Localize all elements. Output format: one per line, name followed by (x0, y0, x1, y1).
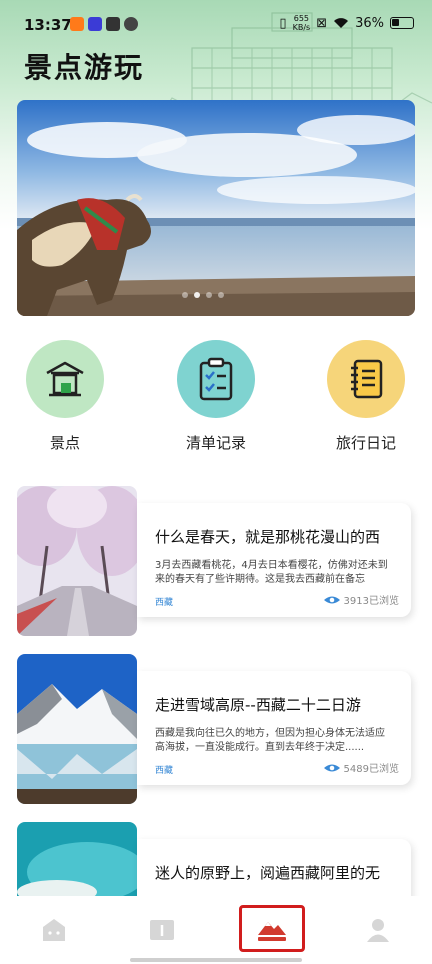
status-time: 13:37 (24, 16, 72, 34)
article-title: 走进雪域高原--西藏二十二日游 (155, 696, 361, 714)
status-bar: 13:37 ▯ 655 KB/s ⊠ 36% (0, 0, 432, 48)
carousel-dot[interactable] (218, 292, 224, 298)
carousel-indicator (182, 292, 224, 298)
article-description: 西藏是我向往已久的地方，但因为担心身体无法适应高海拔，一直没能成行。直到去年终于… (155, 728, 385, 753)
notification-icons (70, 17, 138, 31)
entry-label: 旅行日记 (335, 434, 396, 452)
user-profile-icon (367, 919, 389, 942)
pavilion-icon (26, 340, 104, 418)
carousel-dot[interactable] (182, 292, 188, 298)
vibrate-icon: ▯ (279, 15, 287, 31)
article-thumbnail-peach-blossom (17, 486, 137, 636)
article-thumbnail-snow-mountain-lake (17, 654, 137, 804)
article-card[interactable]: 走进雪域高原--西藏二十二日游 西藏是我向往已久的地方，但因为担心身体无法适应高… (17, 654, 413, 804)
app-notification-icon (106, 17, 120, 31)
eye-icon (323, 596, 340, 603)
battery-percent: 36% (355, 15, 384, 31)
banner-carousel[interactable] (17, 100, 415, 316)
article-views: 3913已浏览 (323, 592, 399, 607)
article-card-body: 什么是春天，就是那桃花漫山的西 3月去西藏看桃花，4月去日本看樱花，仿佛对还未到… (137, 503, 411, 617)
banner-image-yak-lake (17, 100, 415, 316)
home-face-icon (43, 919, 65, 941)
article-card[interactable]: 什么是春天，就是那桃花漫山的西 3月去西藏看桃花，4月去日本看樱花，仿佛对还未到… (17, 486, 413, 636)
nav-profile[interactable] (362, 914, 394, 946)
article-title: 什么是春天，就是那桃花漫山的西 (155, 528, 381, 546)
app-notification-icon (70, 17, 84, 31)
article-title: 迷人的原野上，阅遍西藏阿里的无 (155, 864, 381, 882)
status-indicators: ▯ 655 KB/s ⊠ 36% (279, 14, 414, 32)
network-speed: 655 KB/s (292, 14, 311, 32)
home-indicator[interactable] (130, 958, 302, 962)
app-notification-icon (88, 17, 102, 31)
carousel-dot[interactable] (206, 292, 212, 298)
entry-label: 清单记录 (185, 434, 246, 452)
nav-active-highlight (239, 905, 305, 952)
bottom-navigation (0, 896, 432, 964)
article-views: 5489已浏览 (323, 760, 399, 775)
article-tag[interactable]: 西藏 (155, 595, 173, 608)
no-sim-icon: ⊠ (316, 15, 328, 31)
notebook-icon (327, 340, 405, 418)
app-notification-icon (124, 17, 138, 31)
entry-label: 景点 (49, 434, 80, 452)
article-tag[interactable]: 西藏 (155, 763, 173, 776)
entry-checklist[interactable]: 清单记录 (171, 340, 261, 453)
carousel-dot[interactable] (194, 292, 200, 298)
wifi-icon (334, 18, 349, 28)
page-title: 景点游玩 (24, 51, 145, 84)
article-card-body: 走进雪域高原--西藏二十二日游 西藏是我向往已久的地方，但因为担心身体无法适应高… (137, 671, 411, 785)
map-book-icon (150, 920, 174, 940)
entry-travel-diary[interactable]: 旅行日记 (321, 340, 411, 453)
eye-icon (323, 764, 340, 771)
article-description: 3月去西藏看桃花，4月去日本看樱花，仿佛对还未到来的春天有了些许期待。这是我去西… (155, 560, 388, 585)
battery-icon (390, 17, 414, 29)
entry-scenic-spots[interactable]: 景点 (20, 340, 110, 453)
nav-guide[interactable] (146, 914, 178, 946)
nav-home[interactable] (38, 914, 70, 946)
clipboard-checklist-icon (177, 340, 255, 418)
